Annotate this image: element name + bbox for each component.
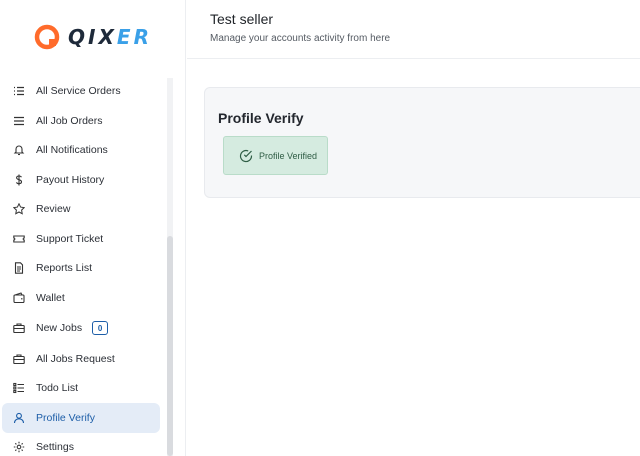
star-icon	[12, 202, 26, 216]
sidebar-item-label: Profile Verify	[36, 412, 95, 424]
status-text: Profile Verified	[259, 150, 318, 161]
sidebar-item-label: All Jobs Request	[36, 353, 115, 365]
gear-icon	[12, 440, 26, 454]
sidebar-item-label: Review	[36, 203, 71, 215]
sidebar-item-label: Reports List	[36, 262, 93, 274]
ticket-icon	[12, 232, 26, 246]
logo-icon	[34, 24, 60, 50]
user-icon	[12, 411, 26, 425]
brand-logo[interactable]: QIXER	[0, 0, 186, 74]
sidebar-item-label: All Job Orders	[36, 115, 103, 127]
page-subtitle: Manage your accounts activity from here	[210, 33, 391, 44]
sidebar-item-review[interactable]: Review	[2, 194, 160, 224]
sidebar-item-payout-history[interactable]: Payout History	[2, 165, 160, 195]
sidebar-scrollbar[interactable]	[167, 78, 173, 456]
sidebar-item-todo-list[interactable]: Todo List	[2, 373, 160, 403]
sidebar-scrollbar-thumb[interactable]	[167, 236, 173, 456]
sidebar-item-new-jobs[interactable]: New Jobs 0	[2, 313, 160, 343]
wallet-icon	[12, 291, 26, 305]
check-circle-icon	[239, 149, 253, 163]
bell-icon	[12, 143, 26, 157]
briefcase-icon	[12, 352, 26, 366]
sidebar-item-all-service-orders[interactable]: All Service Orders	[2, 76, 160, 106]
sidebar-item-label: Todo List	[36, 382, 79, 394]
main-content: Profile Verify Profile Verified	[187, 60, 640, 456]
sidebar-item-label: Wallet	[36, 292, 65, 304]
menu-lines-icon	[12, 114, 26, 128]
profile-verify-card: Profile Verify Profile Verified	[204, 87, 640, 198]
sidebar-item-profile-verify[interactable]: Profile Verify	[2, 403, 160, 433]
page-title: Test seller	[210, 11, 274, 27]
briefcase-icon	[12, 321, 26, 335]
sidebar: QIXER All Service Orders All Job Orders …	[0, 0, 186, 456]
sidebar-item-label: All Service Orders	[36, 85, 121, 97]
new-jobs-count-badge: 0	[92, 321, 109, 335]
sidebar-item-label: Settings	[36, 441, 74, 453]
sidebar-item-all-jobs-request[interactable]: All Jobs Request	[2, 344, 160, 374]
sidebar-item-settings[interactable]: Settings	[2, 432, 160, 456]
sidebar-item-all-job-orders[interactable]: All Job Orders	[2, 106, 160, 136]
sidebar-item-label: Payout History	[36, 174, 105, 186]
profile-verified-status: Profile Verified	[223, 136, 328, 175]
brand-name: QIXER	[68, 25, 152, 49]
document-icon	[12, 261, 26, 275]
list-check-icon	[12, 84, 26, 98]
sidebar-item-label: New Jobs	[36, 322, 83, 334]
sidebar-item-reports-list[interactable]: Reports List	[2, 253, 160, 283]
sidebar-item-label: All Notifications	[36, 144, 108, 156]
sidebar-item-wallet[interactable]: Wallet	[2, 283, 160, 313]
sidebar-item-label: Support Ticket	[36, 233, 104, 245]
card-title: Profile Verify	[218, 110, 304, 126]
sidebar-item-support-ticket[interactable]: Support Ticket	[2, 224, 160, 254]
todo-list-icon	[12, 381, 26, 395]
page-header: Test seller Manage your accounts activit…	[187, 0, 640, 59]
sidebar-item-all-notifications[interactable]: All Notifications	[2, 135, 160, 165]
dollar-icon	[12, 173, 26, 187]
